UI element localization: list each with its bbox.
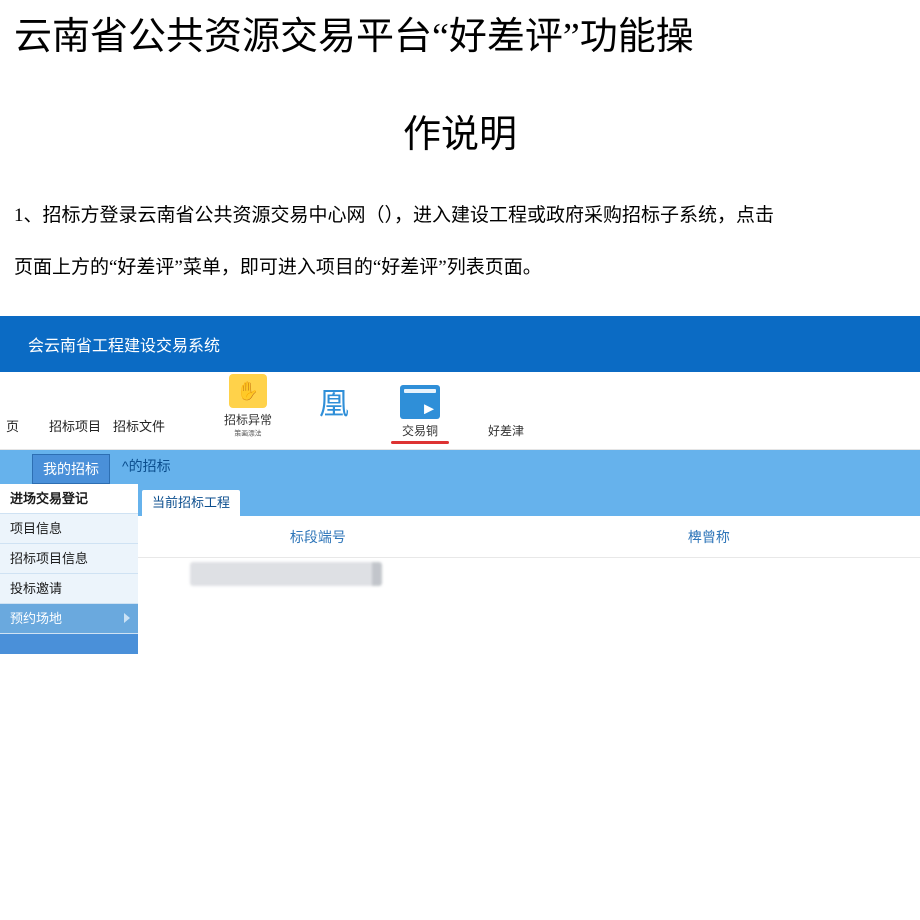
top-nav: 页 招标项目 招标文件 ✋ 招标异常 策画漂法 凰 交易铜 好差津 xyxy=(0,372,920,450)
nav-huang-label xyxy=(332,425,335,439)
app-screenshot: 会云南省工程建设交易系统 页 招标项目 招标文件 ✋ 招标异常 策画漂法 凰 交… xyxy=(0,316,920,654)
app-header: 会云南省工程建设交易系统 xyxy=(0,316,920,372)
right-pane: 当前招标工程 标段端号 椑曾称 xyxy=(138,484,920,558)
menu-bid-project-info[interactable]: 招标项目信息 xyxy=(0,544,138,574)
col-section-no: 标段端号 xyxy=(138,527,498,547)
paragraph-1: 1、招标方登录云南省公共资源交易中心网（），进入建设工程或政府采购招标子系统，点… xyxy=(0,188,920,234)
nav-zhaobiao-file[interactable]: 招标文件 xyxy=(107,416,171,443)
side-menu: 进场交易登记 项目信息 招标项目信息 投标邀请 预约场地 xyxy=(0,484,138,654)
nav-haochaping[interactable]: 好差津 xyxy=(463,384,549,443)
paragraph-2: 页面上方的“好差评”菜单，即可进入项目的“好差评”列表页面。 xyxy=(0,234,920,286)
tab-my-bid[interactable]: 我的招标 xyxy=(32,454,110,484)
nav-huang[interactable]: 凰 xyxy=(291,387,377,443)
nav-abnormal-label: 招标异常 xyxy=(224,411,272,428)
system-title: 会云南省工程建设交易系统 xyxy=(28,332,220,356)
tab-band: 我的招标 ^的招标 xyxy=(0,450,920,484)
redacted-cap-icon xyxy=(372,562,382,586)
doc-subtitle: 作说明 xyxy=(0,65,920,188)
menu-project-info[interactable]: 项目信息 xyxy=(0,514,138,544)
doc-title: 云南省公共资源交易平台“好差评”功能操 xyxy=(0,0,920,65)
menu-enter-register[interactable]: 进场交易登记 xyxy=(0,484,138,514)
hand-icon: ✋ xyxy=(229,374,267,408)
menu-trailing xyxy=(0,634,138,654)
browser-icon xyxy=(400,385,440,419)
col-name: 椑曾称 xyxy=(498,527,920,547)
subtab-row: 当前招标工程 xyxy=(138,484,920,516)
menu-reserve-venue[interactable]: 预约场地 xyxy=(0,604,138,634)
chevron-right-icon xyxy=(124,613,130,623)
nav-jiaoyi-label: 交易铜 xyxy=(402,422,438,439)
menu-reserve-venue-label: 预约场地 xyxy=(10,611,62,626)
subtab-current-project[interactable]: 当前招标工程 xyxy=(142,490,240,516)
huang-glyph-icon: 凰 xyxy=(319,390,349,420)
nav-jiaoyi[interactable]: 交易铜 xyxy=(377,384,463,443)
tab-his-bid[interactable]: ^的招标 xyxy=(122,456,171,476)
columns-row: 标段端号 椑曾称 xyxy=(138,516,920,558)
redacted-bar xyxy=(190,562,380,586)
nav-abnormal-sub: 策画漂法 xyxy=(234,429,261,438)
nav-abnormal[interactable]: ✋ 招标异常 策画漂法 xyxy=(205,373,291,443)
nav-page[interactable]: 页 xyxy=(0,416,25,443)
menu-bid-invite[interactable]: 投标邀请 xyxy=(0,574,138,604)
lower-area: 进场交易登记 项目信息 招标项目信息 投标邀请 预约场地 当前招标工程 标段端号… xyxy=(0,484,920,654)
nav-zhaobiao-project[interactable]: 招标项目 xyxy=(43,416,107,443)
nav-haochaping-label: 好差津 xyxy=(488,422,524,439)
